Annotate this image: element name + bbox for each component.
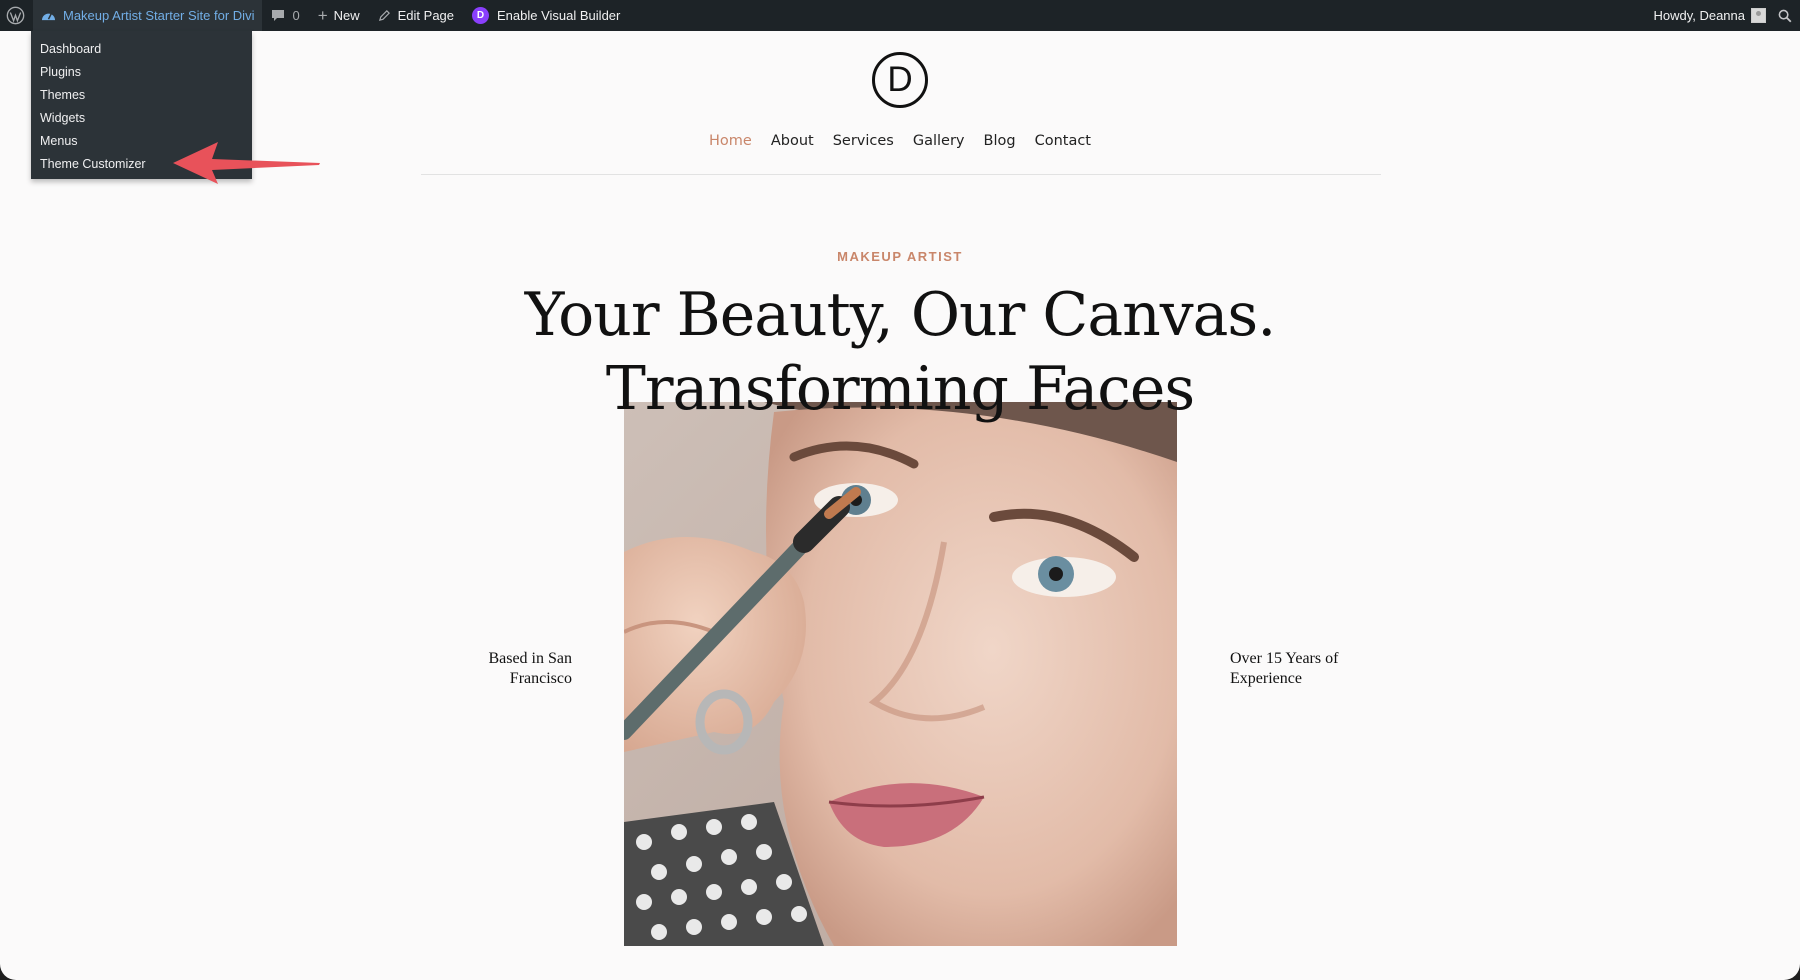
menu-item-themes[interactable]: Themes [31,83,252,106]
site-name-label: Makeup Artist Starter Site for Divi [63,8,255,23]
nav-item-home[interactable]: Home [709,133,752,149]
main-navigation: Home About Services Gallery Blog Contact [0,133,1800,149]
wordpress-icon [6,6,25,25]
visual-builder-label: Enable Visual Builder [497,8,621,23]
edit-page-button[interactable]: Edit Page [369,0,463,31]
search-icon [1778,9,1792,22]
headline-line-1: Your Beauty, Our Canvas. [524,280,1277,350]
browser-page: Makeup Artist Starter Site for Divi 0 + … [0,0,1800,980]
avatar [1751,8,1766,23]
dashboard-gauge-icon [42,13,55,21]
nav-item-blog[interactable]: Blog [984,133,1016,149]
divi-logo-icon: D [472,7,490,24]
menu-item-widgets[interactable]: Widgets [31,106,252,129]
hero-photo [624,402,1177,946]
comments-button[interactable]: 0 [262,0,308,31]
enable-visual-builder-button[interactable]: D Enable Visual Builder [463,0,629,31]
comment-bubble-icon [272,9,285,21]
site-logo[interactable]: D [872,52,928,108]
site-name-menu[interactable]: Makeup Artist Starter Site for Divi [33,0,263,31]
pencil-icon [378,10,390,22]
nav-item-about[interactable]: About [771,133,814,149]
comments-count: 0 [292,8,300,23]
menu-item-dashboard[interactable]: Dashboard [31,37,252,60]
wordpress-logo-button[interactable] [0,0,33,31]
makeup-application-image [624,402,1177,946]
plus-icon: + [317,6,328,25]
my-account-menu[interactable]: Howdy, Deanna [1644,0,1770,31]
location-text: Based in San Francisco [488,650,572,687]
hero-eyebrow: MAKEUP ARTIST [837,249,963,264]
new-content-button[interactable]: + New [309,0,369,31]
experience-text: Over 15 Years of Experience [1230,650,1339,687]
logo-letter: D [887,60,913,99]
menu-item-plugins[interactable]: Plugins [31,60,252,83]
hero-headline: Your Beauty, Our Canvas. Transforming Fa… [0,278,1800,426]
search-button[interactable] [1770,0,1800,31]
edit-page-label: Edit Page [397,8,455,23]
admin-bar: Makeup Artist Starter Site for Divi 0 + … [0,0,1800,31]
headline-line-2: Transforming Faces [605,354,1195,424]
nav-item-gallery[interactable]: Gallery [913,133,965,149]
nav-item-services[interactable]: Services [833,133,894,149]
header-divider [421,174,1381,175]
nav-item-contact[interactable]: Contact [1035,133,1091,149]
greeting-label: Howdy, Deanna [1653,8,1745,23]
new-label: New [333,8,360,23]
